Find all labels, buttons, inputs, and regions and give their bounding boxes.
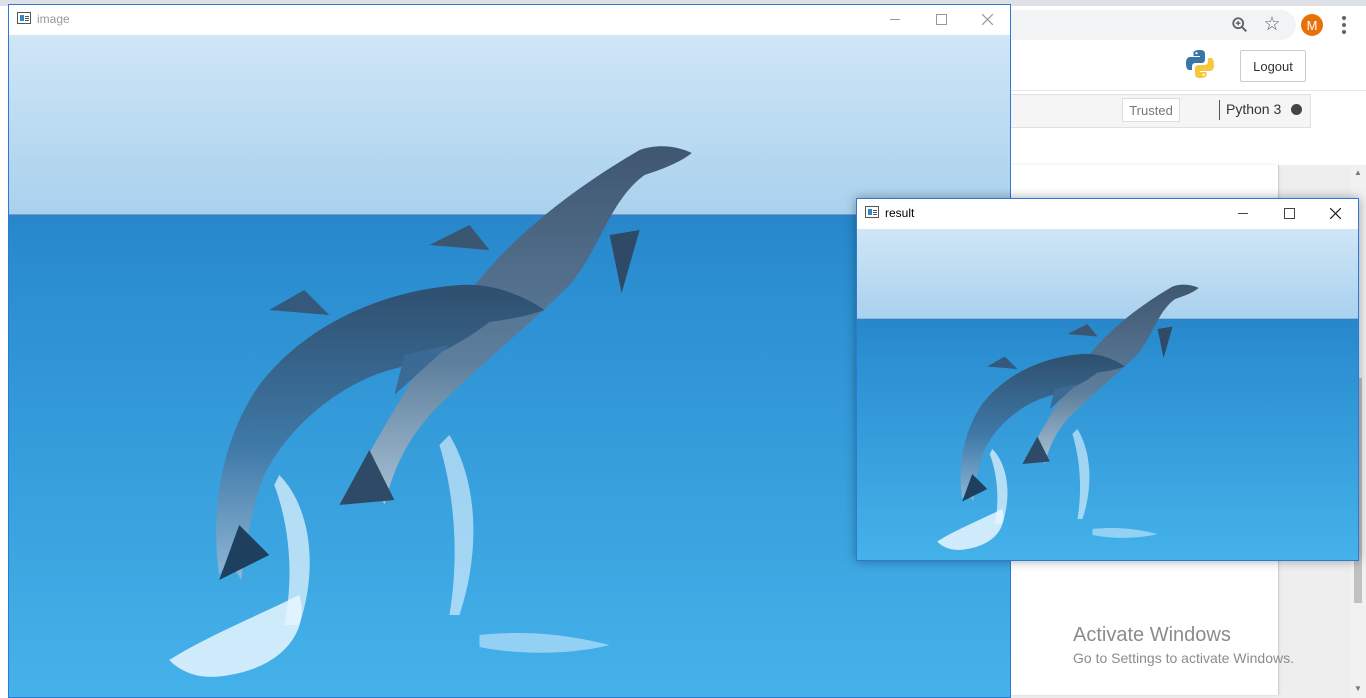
trusted-indicator[interactable]: Trusted	[1122, 98, 1180, 122]
result-window-title: result	[885, 206, 915, 220]
browser-menu-icon[interactable]	[1336, 14, 1352, 36]
app-window-icon	[865, 206, 879, 218]
activate-windows-title: Activate Windows	[1073, 624, 1231, 646]
star-bookmark-icon[interactable]: ☆	[1261, 13, 1283, 35]
image-window-titlebar[interactable]: image	[9, 5, 1010, 35]
magnifier-zoom-icon[interactable]	[1229, 14, 1251, 36]
result-window[interactable]: result	[856, 198, 1359, 561]
scroll-down-arrow-icon[interactable]: ▼	[1351, 682, 1365, 696]
address-bar[interactable]	[1010, 10, 1296, 40]
kernel-status-indicator	[1291, 104, 1302, 115]
image-window-title: image	[37, 12, 70, 26]
result-canvas	[857, 229, 1358, 560]
python-logo-icon	[1184, 48, 1216, 80]
result-window-titlebar[interactable]: result	[857, 199, 1358, 229]
logout-button[interactable]: Logout	[1240, 50, 1306, 82]
profile-avatar[interactable]: M	[1301, 14, 1323, 36]
activate-windows-subtitle: Go to Settings to activate Windows.	[1073, 650, 1294, 666]
kernel-name[interactable]: Python 3	[1226, 101, 1281, 117]
close-icon[interactable]	[964, 5, 1010, 34]
maximize-icon[interactable]	[918, 5, 964, 34]
dolphins-result-photo	[857, 229, 1358, 560]
close-icon[interactable]	[1312, 199, 1358, 228]
app-window-icon	[17, 12, 31, 24]
maximize-icon[interactable]	[1266, 199, 1312, 228]
minimize-icon[interactable]	[872, 5, 918, 34]
kernel-divider	[1219, 100, 1220, 120]
minimize-icon[interactable]	[1220, 199, 1266, 228]
scroll-up-arrow-icon[interactable]: ▲	[1351, 166, 1365, 180]
